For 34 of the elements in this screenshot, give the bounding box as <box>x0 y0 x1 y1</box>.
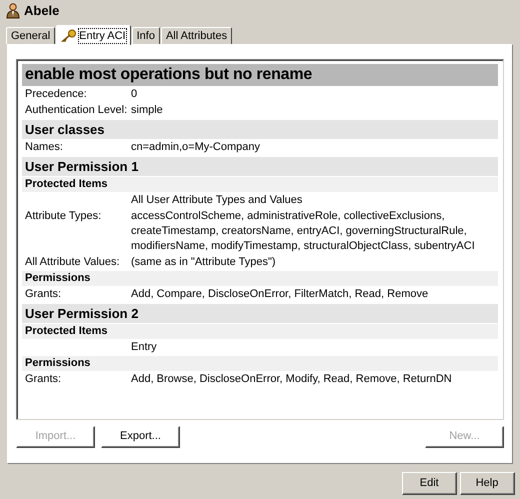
field-value: Entry <box>131 340 158 355</box>
field-label: Names: <box>25 140 64 155</box>
tab[interactable]: All Attributes <box>160 27 232 44</box>
field-value: All User Attribute Types and Values <box>131 193 304 208</box>
aci-title: enable most operations but no rename <box>22 64 498 86</box>
tab[interactable]: General <box>6 27 56 44</box>
key-icon <box>61 29 78 42</box>
field-value: simple <box>131 103 164 118</box>
subsection-heading: Permissions <box>22 356 498 371</box>
button[interactable]: Edit <box>402 472 457 495</box>
subsection-heading: Protected Items <box>22 324 498 339</box>
button[interactable]: Help <box>460 472 514 495</box>
section-heading: User Permission 2 <box>22 304 498 323</box>
tab[interactable]: Entry ACI <box>56 25 131 45</box>
entry-title: Abele <box>24 2 60 20</box>
field-label: Authentication Level: <box>25 103 128 118</box>
field-value: cn=admin,o=My-Company <box>131 140 262 155</box>
field-label: Grants: <box>25 287 62 302</box>
field-label: Attribute Types: <box>25 209 102 224</box>
button[interactable]: Export... <box>101 426 180 448</box>
field-value: (same as in "Attribute Types") <box>131 255 277 270</box>
section-heading: User classes <box>22 120 498 139</box>
field-value: 0 <box>131 87 138 102</box>
subsection-heading: Protected Items <box>22 177 498 192</box>
field-value: accessControlScheme, administrativeRole, collectiveExclusions, createTimestamp, creatorsName, entryACI, governingStructuralRule, modifiersName, modifyTimestamp, structuralObjectClass, subentryACI <box>131 209 476 254</box>
person-icon <box>6 3 20 19</box>
field-label: All Attribute Values: <box>25 255 121 270</box>
field-value: Add, Compare, DiscloseOnError, FilterMatch, Read, Remove <box>131 287 430 302</box>
field-label: Grants: <box>25 372 62 387</box>
section-heading: User Permission 1 <box>22 157 498 176</box>
field-label: Precedence: <box>25 87 88 102</box>
subsection-heading: Permissions <box>22 271 498 286</box>
tab[interactable]: Info <box>132 27 160 44</box>
field-value: Add, Browse, DiscloseOnError, Modify, Read, Remove, ReturnDN <box>131 372 453 387</box>
